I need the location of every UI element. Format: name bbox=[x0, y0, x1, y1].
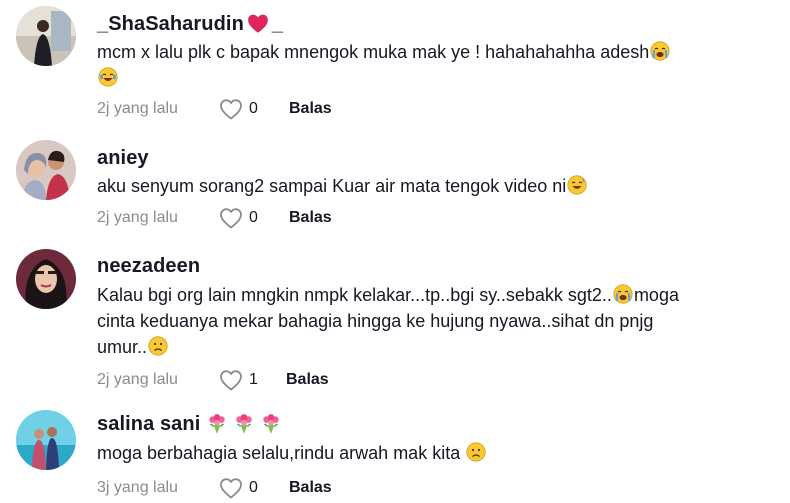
tears-of-joy-emoji bbox=[98, 67, 118, 87]
bouquet-emoji bbox=[233, 413, 255, 435]
avatar[interactable] bbox=[16, 6, 76, 66]
sweat-smile-emoji bbox=[567, 175, 587, 195]
like-count: 0 bbox=[249, 100, 258, 117]
comment-text: moga berbahagia selalu,rindu arwah mak k… bbox=[97, 440, 780, 466]
avatar[interactable] bbox=[16, 410, 76, 470]
username[interactable]: salina sani bbox=[97, 412, 780, 436]
loudly-crying-emoji bbox=[613, 284, 633, 304]
username[interactable]: _ShaSaharudin _ bbox=[97, 12, 780, 36]
comment-time: 3j yang lalu bbox=[97, 479, 178, 496]
comment-time: 2j yang lalu bbox=[97, 209, 178, 226]
comment-text: Kalau bgi org lain mngkin nmpk kelakar..… bbox=[97, 284, 679, 357]
like-button[interactable]: 0 bbox=[219, 477, 289, 499]
like-button[interactable]: 1 bbox=[219, 369, 286, 391]
comment-time: 2j yang lalu bbox=[97, 371, 178, 388]
comment-time: 2j yang lalu bbox=[97, 100, 178, 117]
bouquet-emoji bbox=[206, 413, 228, 435]
heart-outline-icon bbox=[219, 207, 243, 229]
loudly-crying-emoji bbox=[650, 41, 670, 61]
sad-face-emoji bbox=[466, 442, 486, 462]
comment-text: mcm x lalu plk c bapak mnengok muka mak … bbox=[97, 39, 780, 91]
like-count: 0 bbox=[249, 209, 258, 226]
heart-outline-icon bbox=[219, 369, 243, 391]
avatar[interactable] bbox=[16, 140, 76, 200]
comment-text: aku senyum sorang2 sampai Kuar air mata … bbox=[97, 173, 780, 199]
avatar[interactable] bbox=[16, 249, 76, 309]
reply-button[interactable]: Balas bbox=[289, 209, 332, 227]
like-button[interactable]: 0 bbox=[219, 98, 289, 120]
like-count: 1 bbox=[249, 371, 258, 388]
username[interactable]: neezadeen bbox=[97, 254, 780, 278]
reply-button[interactable]: Balas bbox=[286, 371, 329, 389]
red-heart-emoji bbox=[248, 14, 268, 33]
heart-outline-icon bbox=[219, 98, 243, 120]
sad-face-emoji bbox=[148, 336, 168, 356]
heart-outline-icon bbox=[219, 477, 243, 499]
like-button[interactable]: 0 bbox=[219, 207, 289, 229]
like-count: 0 bbox=[249, 479, 258, 496]
reply-button[interactable]: Balas bbox=[289, 479, 332, 497]
bouquet-emoji bbox=[260, 413, 282, 435]
reply-button[interactable]: Balas bbox=[289, 100, 332, 118]
username[interactable]: aniey bbox=[97, 146, 780, 170]
